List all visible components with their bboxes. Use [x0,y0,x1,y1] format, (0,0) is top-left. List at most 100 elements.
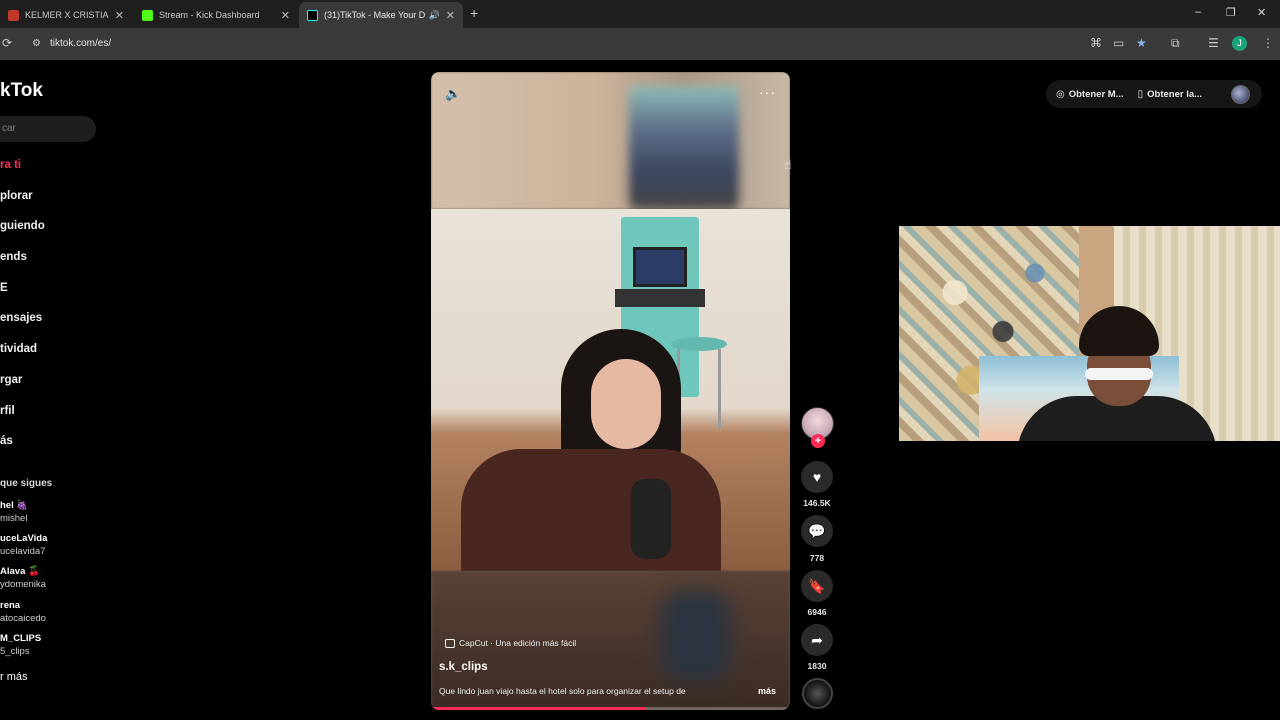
nav-messages[interactable]: ensajes [0,312,42,324]
comment-count: 778 [809,553,825,563]
video-author[interactable]: s.k_clips [439,661,488,673]
following-account[interactable]: hel 🍇 mishel [0,500,28,524]
nav-activity[interactable]: tividad [0,343,37,355]
extensions-icon[interactable]: ⧉ [1171,36,1180,51]
microphone [631,479,671,559]
following-account[interactable]: rena atocaicedo [0,600,46,624]
browser-tab-bar: KELMER X CRISTIAN - EMP ✕ Stream - Kick … [0,0,1280,28]
site-info-icon[interactable]: ⚙ [32,38,41,49]
tiktok-logo[interactable]: kTok [0,80,43,102]
address-bar: ⟳ ⚙ tiktok.com/es/ ⌘ ▭ ★ ⧉ ☰ [0,28,1280,60]
get-app-label: Obtener la... [1147,88,1203,100]
webcam-overlay [899,226,1280,441]
video-player[interactable]: 🔈 ··· CapCut · Una edición más fácil s.k… [431,72,790,710]
person-body [461,449,721,571]
comment-button[interactable]: 💬 [801,515,833,547]
account-name: rena [0,600,21,611]
minimize-button[interactable]: – [1195,6,1201,18]
account-name: M_CLIPS [0,633,42,644]
account-handle: atocaicedo [0,613,46,624]
coins-icon: ◎ [1056,88,1065,100]
arcade-screen [633,247,687,287]
blur-mic [661,591,731,681]
account-name: Alava 🍒 [0,566,40,577]
account-handle: 5_clips [0,646,30,657]
volume-icon[interactable]: 🔈 [445,86,461,102]
see-more-link[interactable]: r más [0,671,28,683]
account-handle: ydomenika [0,579,46,590]
close-tab-icon[interactable]: ✕ [446,9,455,22]
video-description: Que lindo juan viajo hasta el hotel solo… [439,686,686,696]
heart-icon: ♥ [812,469,822,485]
more-options-icon[interactable]: ··· [759,84,776,100]
video-person [461,329,721,571]
following-account[interactable]: M_CLIPS 5_clips [0,633,41,657]
account-handle: ucelavida7 [0,546,46,557]
share-button[interactable]: ➦ [801,624,833,656]
like-button[interactable]: ♥ [801,461,833,493]
tab-kick-dashboard[interactable]: Stream - Kick Dashboard ✕ [134,2,298,28]
tab-label: KELMER X CRISTIAN - EMP [25,10,109,20]
close-window-button[interactable]: ✕ [1257,6,1266,19]
nav-explore[interactable]: plorar [0,190,33,202]
video-frame-top [431,72,790,209]
account-handle: mishel [0,513,28,524]
restore-button[interactable]: ❐ [1226,6,1236,19]
share-count: 1830 [807,661,827,671]
follow-plus-icon[interactable]: + [811,434,825,448]
nav-live[interactable]: E [0,282,8,294]
tiktok-logo-icon [307,9,318,21]
kick-logo-icon [142,9,153,21]
account-name: hel 🍇 [0,500,29,511]
streamer-glasses [1085,368,1153,380]
tab-favicon [8,9,19,21]
get-coins-label: Obtener M... [1068,88,1124,100]
following-account[interactable]: uceLaVida ucelavida7 [0,533,47,557]
music-disc[interactable] [802,678,833,709]
video-progress-bar[interactable] [431,707,790,710]
description-more-button[interactable]: más [758,686,776,696]
search-placeholder: car [2,123,16,134]
tab-kelmer[interactable]: KELMER X CRISTIAN - EMP ✕ [0,2,132,28]
nav-for-you[interactable]: ra ti [0,159,21,171]
nav-upload[interactable]: rgar [0,374,22,386]
following-account[interactable]: Alava 🍒 ydomenika [0,566,46,590]
close-tab-icon[interactable]: ✕ [281,9,290,22]
reload-icon[interactable]: ⟳ [2,36,12,50]
translate-icon[interactable]: ⌘ [1090,36,1102,50]
get-coins-button[interactable]: ◎ Obtener M... [1056,89,1124,100]
nav-following[interactable]: guiendo [0,220,45,232]
nav-profile[interactable]: rfil [0,405,15,417]
user-avatar[interactable] [1231,85,1250,104]
url-field[interactable]: tiktok.com/es/ [50,38,111,49]
save-button[interactable]: 🔖 [801,570,833,602]
capcut-tag[interactable]: CapCut · Una edición más fácil [445,638,576,648]
browser-profile-avatar[interactable]: J [1232,36,1247,51]
arcade-blur [629,86,739,209]
browser-menu-icon[interactable]: ⋮ [1262,36,1274,50]
comment-icon: 💬 [808,522,826,539]
capcut-icon [445,638,455,648]
save-count: 6946 [807,607,827,617]
get-app-button[interactable]: ▯ Obtener la... [1138,89,1202,100]
speaker-icon[interactable]: 🔊 [429,10,440,21]
tab-tiktok[interactable]: (31)TikTok - Make Your Day 🔊 ✕ [299,2,463,28]
nav-more[interactable]: ás [0,435,13,447]
nav-friends[interactable]: ends [0,251,27,263]
new-tab-button[interactable]: + [470,5,478,21]
like-count: 146.5K [803,498,831,508]
phone-icon: ▯ [1137,88,1144,100]
reading-list-icon[interactable]: ☰ [1208,36,1219,50]
video-frame-main [431,209,790,571]
capcut-label: CapCut · Una edición más fácil [459,638,577,648]
bookmark-icon: 🔖 [808,577,826,594]
close-tab-icon[interactable]: ✕ [115,9,124,22]
share-icon: ➦ [811,631,823,648]
arcade-panel [615,289,705,307]
person-face [591,359,661,449]
cast-icon[interactable]: ▭ [1113,36,1124,50]
tab-label: (31)TikTok - Make Your Day [324,10,425,20]
bookmark-star-icon[interactable]: ★ [1136,36,1147,50]
search-input[interactable]: car [0,116,96,142]
following-section-title: que sigues [0,478,53,489]
